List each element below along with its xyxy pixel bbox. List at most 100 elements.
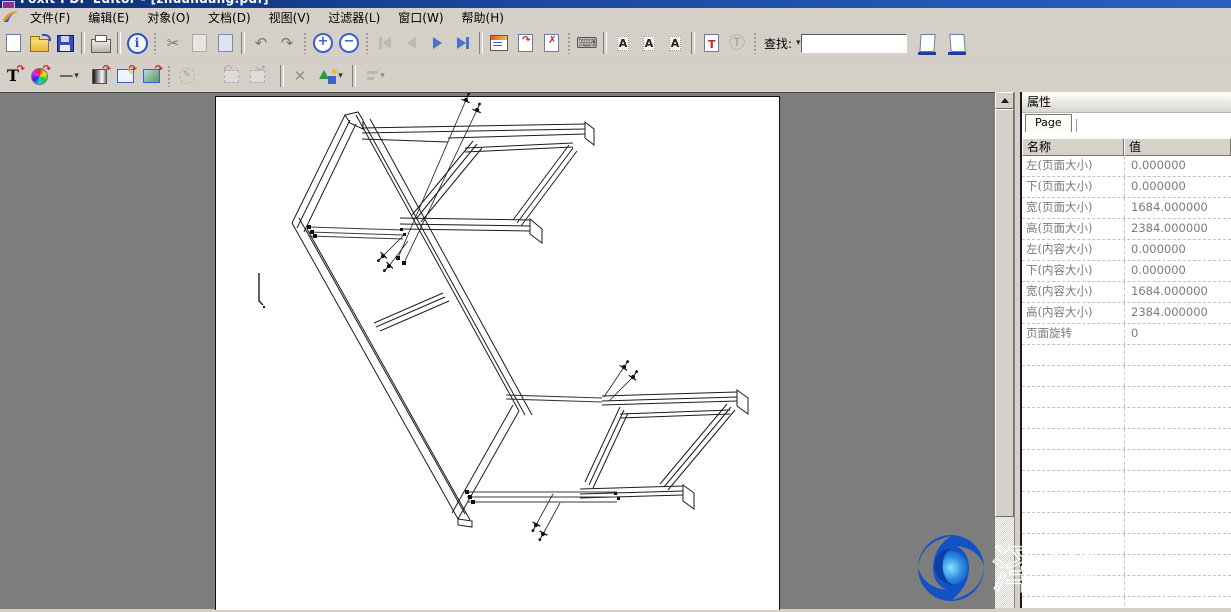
shape-tool-button[interactable]: ▾ [313, 64, 349, 88]
insert-text-object-button[interactable]: T↷ [0, 64, 26, 88]
line-style-caret-icon[interactable]: ▾ [74, 71, 79, 81]
delete-object-button[interactable]: ✕ [287, 64, 313, 88]
undo-arrow-icon: ↶ [255, 36, 268, 51]
pdf-page[interactable] [215, 96, 780, 610]
font-subset-button[interactable]: A [636, 31, 662, 55]
line-style-button[interactable]: —▾ [52, 64, 86, 88]
copy-button[interactable] [186, 31, 212, 55]
delete-page-icon: ✗ [544, 34, 559, 52]
new-page-icon [6, 34, 21, 52]
window-app-icon [2, 1, 15, 8]
vertical-scrollbar[interactable] [995, 92, 1014, 608]
font-embed-button[interactable]: A [610, 31, 636, 55]
font-width-button[interactable]: A [662, 31, 688, 55]
cut-button[interactable]: ✂ [160, 31, 186, 55]
add-text-icon: T [704, 34, 719, 52]
toolbar-drag-handle[interactable] [365, 32, 369, 54]
menu-help[interactable]: 帮助(H) [453, 8, 513, 27]
zoom-in-button[interactable]: + [310, 31, 336, 55]
align-caret-icon[interactable]: ▾ [380, 71, 385, 81]
menu-document[interactable]: 文档(D) [199, 8, 260, 27]
toolbar-drag-handle[interactable] [167, 65, 171, 87]
panel-title: 属性 [1022, 92, 1231, 113]
print-button[interactable] [88, 31, 114, 55]
property-row[interactable]: 页面旋转0 [1022, 324, 1231, 345]
property-row-empty [1022, 450, 1231, 471]
align-tool-button[interactable]: ▾ [359, 64, 393, 88]
save-button[interactable] [52, 31, 78, 55]
separator [117, 32, 121, 54]
open-button[interactable] [26, 31, 52, 55]
zoom-out-button[interactable]: − [336, 31, 362, 55]
panel-splitter[interactable] [1014, 92, 1022, 608]
property-row[interactable]: 高(页面大小)2384.000000 [1022, 219, 1231, 240]
window-title: Foxit PDF Editor - [zhuandang.pdf] [20, 0, 269, 6]
tab-page[interactable]: Page [1025, 114, 1072, 132]
find-next-button[interactable] [945, 31, 971, 55]
menu-object[interactable]: 对象(O) [138, 8, 199, 27]
delete-page-button[interactable]: ✗ [538, 31, 564, 55]
property-row[interactable]: 下(内容大小)0.000000 [1022, 261, 1231, 282]
tab-divider [1076, 119, 1079, 132]
toolbar-drag-handle[interactable] [153, 32, 157, 54]
shape-caret-icon[interactable]: ▾ [338, 71, 343, 81]
property-row[interactable]: 宽(内容大小)1684.000000 [1022, 282, 1231, 303]
text-tool-button[interactable]: Ⓣ [724, 31, 750, 55]
insert-shading-button[interactable]: ↷ [86, 64, 112, 88]
property-row[interactable]: 左(内容大小)0.000000 [1022, 240, 1231, 261]
property-row-empty [1022, 345, 1231, 366]
next-page-button[interactable] [424, 31, 450, 55]
first-page-button[interactable] [372, 31, 398, 55]
find-input[interactable] [801, 34, 907, 53]
menu-file[interactable]: 文件(F) [21, 8, 79, 27]
scrollbar-thumb[interactable] [995, 109, 1014, 517]
scroll-up-button[interactable] [995, 92, 1014, 109]
rotate-object-left-button[interactable]: ⤺ [218, 64, 244, 88]
rotate-page-icon: ↷ [518, 34, 533, 52]
undo-button[interactable]: ↶ [248, 31, 274, 55]
font-subset-icon: A [643, 36, 656, 51]
new-button[interactable] [0, 31, 26, 55]
page-layout-button[interactable] [486, 31, 512, 55]
property-row-empty [1022, 576, 1231, 597]
document-area [0, 92, 995, 609]
property-row[interactable]: 宽(页面大小)1684.000000 [1022, 198, 1231, 219]
prev-page-button[interactable] [398, 31, 424, 55]
property-row[interactable]: 下(页面大小)0.000000 [1022, 177, 1231, 198]
lasso-edit-button[interactable]: ✎ [174, 64, 200, 88]
menu-window[interactable]: 窗口(W) [389, 8, 452, 27]
toolbar-drag-handle[interactable] [567, 32, 571, 54]
insert-color-object-button[interactable]: ↷ [26, 64, 52, 88]
menu-view[interactable]: 视图(V) [260, 8, 320, 27]
redo-button[interactable]: ↷ [274, 31, 300, 55]
property-row[interactable]: 高(内容大小)2384.000000 [1022, 303, 1231, 324]
rotate-selection-left-icon: ⤺ [224, 70, 239, 83]
column-header-name[interactable]: 名称 [1022, 138, 1124, 156]
menu-filter[interactable]: 过滤器(L) [319, 8, 389, 27]
save-floppy-icon [57, 35, 74, 52]
edit-image-button[interactable]: ✎↷ [112, 64, 138, 88]
add-text-button[interactable]: T [698, 31, 724, 55]
rotate-page-button[interactable]: ↷ [512, 31, 538, 55]
column-header-value[interactable]: 值 [1124, 138, 1231, 156]
last-page-button[interactable] [450, 31, 476, 55]
toolbar-drag-handle[interactable] [753, 32, 757, 54]
menu-bar: 文件(F) 编辑(E) 对象(O) 文档(D) 视图(V) 过滤器(L) 窗口(… [0, 8, 1231, 28]
property-row[interactable]: 左(页面大小)0.000000 [1022, 156, 1231, 177]
insert-image-button[interactable]: ↷ [138, 64, 164, 88]
find-prev-button[interactable] [915, 31, 941, 55]
align-icon [367, 70, 379, 82]
redo-arrow-icon: ↷ [281, 36, 294, 51]
paste-button[interactable] [212, 31, 238, 55]
keyboard-button[interactable]: ⌨ [574, 31, 600, 55]
property-row-empty [1022, 471, 1231, 492]
menu-edit[interactable]: 编辑(E) [79, 8, 138, 27]
zoom-in-icon: + [313, 33, 333, 53]
foxit-pen-icon [1, 9, 21, 26]
toolbar-drag-handle[interactable] [303, 32, 307, 54]
first-page-icon [379, 34, 391, 53]
find-prev-icon [919, 34, 935, 52]
document-info-button[interactable]: i [124, 31, 150, 55]
rotate-object-right-button[interactable]: ⤻ [244, 64, 270, 88]
property-row-empty [1022, 492, 1231, 513]
